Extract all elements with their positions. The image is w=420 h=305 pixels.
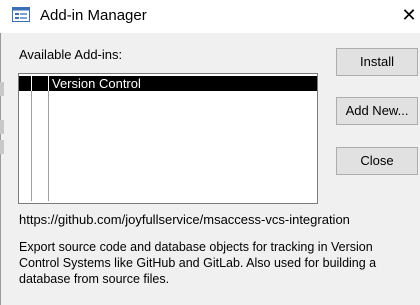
addins-list[interactable]: Version Control [18, 73, 318, 204]
add-in-manager-app-icon [12, 7, 30, 22]
install-button[interactable]: Install [336, 48, 418, 76]
addin-description: Export source code and database objects … [19, 240, 377, 286]
close-button[interactable]: Close [336, 147, 418, 175]
row-selector[interactable] [19, 76, 31, 91]
column-divider [48, 91, 49, 201]
background-fragment [0, 120, 4, 134]
window-title: Add-in Manager [40, 7, 147, 24]
addin-url: https://github.com/joyfullservice/msacce… [19, 212, 350, 227]
addin-name[interactable]: Version Control [49, 76, 317, 91]
window-edge [0, 33, 1, 305]
available-addins-label: Available Add-ins: [19, 47, 123, 62]
close-window-icon[interactable]: ✕ [398, 4, 420, 28]
column-divider [31, 91, 32, 201]
add-new-button[interactable]: Add New... [336, 97, 418, 125]
background-fragment [0, 82, 4, 96]
row-status-cell[interactable] [32, 76, 48, 91]
background-fragment [0, 140, 4, 154]
list-item[interactable]: Version Control [19, 76, 317, 91]
title-bar[interactable]: Add-in Manager ✕ [0, 0, 420, 33]
